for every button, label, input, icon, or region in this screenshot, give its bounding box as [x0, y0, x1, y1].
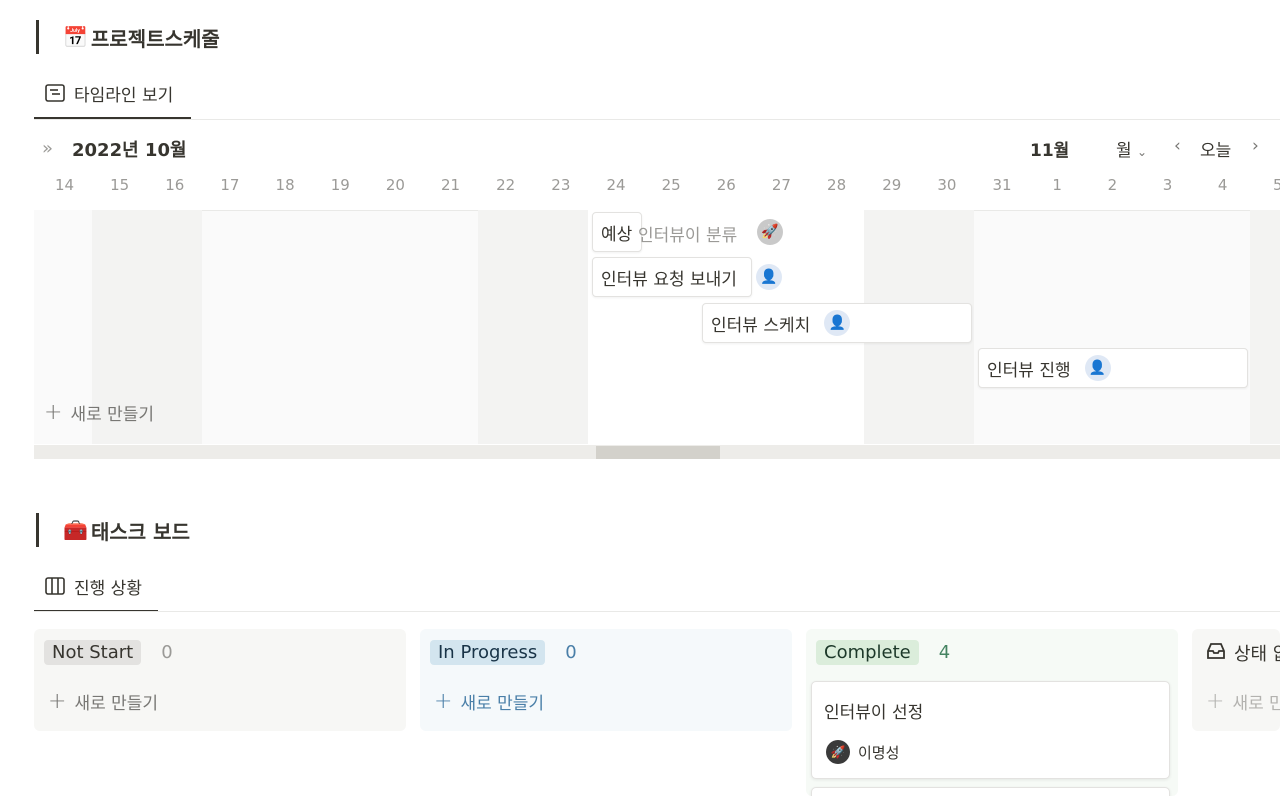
day-label: 28 — [827, 176, 847, 194]
day-label: 2 — [1107, 176, 1118, 194]
day-label: 20 — [385, 176, 405, 194]
plus-icon: + — [1206, 689, 1225, 714]
board-icon — [44, 575, 66, 597]
scrollbar-thumb[interactable] — [596, 446, 720, 459]
day-label: 26 — [716, 176, 736, 194]
board-column-no-status: 상태 없음 + 새로 만들기 — [1192, 629, 1280, 731]
board-card[interactable] — [811, 787, 1170, 796]
column-count: 4 — [938, 642, 951, 663]
day-label: 1 — [1052, 176, 1062, 194]
day-label: 29 — [882, 176, 902, 194]
timeline-new-button[interactable]: + 새로 만들기 — [44, 400, 154, 425]
column-new-button[interactable]: + 새로 만들기 — [434, 689, 544, 714]
next-month-label: 11월 — [1030, 141, 1070, 161]
current-month-label: 2022년 10월 — [72, 140, 187, 161]
task-label: 예상 — [601, 224, 633, 245]
new-label: 새로 만들기 — [70, 405, 155, 425]
status-badge: Not Start — [44, 640, 142, 665]
board-column-not-start: Not Start 0 + 새로 만들기 — [34, 629, 406, 731]
status-badge: In Progress — [430, 640, 546, 665]
day-label: 4 — [1217, 176, 1228, 194]
day-label: 16 — [165, 176, 185, 194]
task-label: 인터뷰 스케치 — [711, 315, 811, 336]
day-label: 5 — [1273, 176, 1280, 194]
board-section-title: 🧰 태스크 보드 — [36, 513, 190, 547]
day-label: 14 — [54, 176, 75, 194]
day-label: 17 — [220, 176, 240, 194]
day-label: 23 — [551, 176, 571, 194]
plus-icon: + — [434, 689, 453, 714]
timeline-task[interactable]: 인터뷰 스케치 👤 — [702, 303, 972, 343]
inbox-icon — [1206, 642, 1226, 665]
rocket-avatar-icon: 🚀 — [757, 219, 783, 245]
task-faded-label: 인터뷰이 분류 — [638, 226, 738, 246]
schedule-section-title: 📅 프로젝트스케줄 — [36, 20, 220, 54]
new-label: 새로 만들기 — [74, 694, 159, 714]
weekend-shade — [478, 210, 588, 444]
person-avatar-icon: 👤 — [756, 264, 782, 290]
column-new-button[interactable]: + 새로 만들기 — [1206, 689, 1280, 714]
person-avatar-icon: 👤 — [824, 310, 851, 336]
scale-select[interactable]: 월 ⌄ — [1116, 136, 1147, 161]
divider — [34, 119, 1280, 120]
tab-board-view[interactable]: 진행 상황 — [34, 566, 142, 606]
board-title: 태스크 보드 — [91, 519, 190, 544]
day-label: 3 — [1162, 176, 1173, 194]
day-label: 27 — [771, 176, 791, 194]
day-label: 21 — [441, 176, 461, 194]
day-label: 30 — [937, 176, 957, 194]
column-header: In Progress 0 — [430, 640, 577, 665]
column-header: 상태 없음 — [1206, 640, 1280, 666]
column-count: 0 — [161, 642, 173, 663]
column-count: 0 — [565, 642, 577, 663]
board-card[interactable]: 인터뷰이 선정 🚀 이명성 — [811, 681, 1170, 779]
divider — [34, 611, 1280, 612]
timeline-icon — [44, 82, 66, 104]
column-title: 상태 없음 — [1234, 644, 1280, 665]
new-label: 새로 만들기 — [460, 694, 545, 714]
person-avatar-icon: 👤 — [1084, 355, 1111, 381]
plus-icon: + — [48, 689, 67, 714]
task-label: 인터뷰 요청 보내기 — [601, 269, 737, 290]
tab-timeline-label: 타임라인 보기 — [74, 85, 174, 106]
column-header: Complete 4 — [816, 640, 950, 665]
card-title: 인터뷰이 선정 — [824, 703, 924, 723]
tab-board-label: 진행 상황 — [74, 578, 142, 599]
calendar-icon: 📅 — [63, 25, 88, 49]
day-label: 15 — [110, 176, 130, 194]
schedule-title: 프로젝트스케줄 — [91, 26, 220, 51]
column-new-button[interactable]: + 새로 만들기 — [48, 689, 158, 714]
card-assignee: 🚀 이명성 — [826, 740, 899, 764]
column-header: Not Start 0 — [44, 640, 173, 665]
task-label: 인터뷰 진행 — [987, 360, 1071, 381]
day-label: 25 — [661, 176, 681, 194]
today-button[interactable]: 오늘 — [1200, 136, 1231, 161]
prev-icon[interactable]: ‹ — [1174, 136, 1181, 156]
expand-icon[interactable]: » — [42, 138, 53, 159]
timeline-header: » 2022년 10월 11월 월 ⌄ ‹ 오늘 › — [34, 130, 1280, 166]
chevron-down-icon: ⌄ — [1137, 145, 1148, 159]
board-column-complete: Complete 4 인터뷰이 선정 🚀 이명성 — [806, 629, 1178, 796]
timeline-task[interactable]: 인터뷰 진행 👤 — [978, 348, 1248, 388]
day-label: 31 — [992, 176, 1012, 194]
plus-icon: + — [44, 400, 63, 425]
timeline-task[interactable]: 인터뷰 요청 보내기 — [592, 257, 752, 297]
weekend-shade — [1250, 210, 1280, 444]
new-label: 새로 만들기 — [1232, 694, 1280, 714]
next-icon[interactable]: › — [1252, 136, 1259, 156]
status-badge: Complete — [816, 640, 919, 665]
day-label: 19 — [330, 176, 350, 194]
scale-label: 월 — [1116, 141, 1132, 161]
assignee-name: 이명성 — [858, 743, 900, 762]
tab-timeline-view[interactable]: 타임라인 보기 — [34, 73, 173, 113]
day-label: 22 — [496, 176, 516, 194]
day-label: 18 — [275, 176, 295, 194]
rocket-avatar-icon: 🚀 — [826, 740, 850, 764]
toolbox-icon: 🧰 — [63, 518, 88, 542]
timeline-task[interactable]: 예상 — [592, 212, 642, 252]
board-column-in-progress: In Progress 0 + 새로 만들기 — [420, 629, 792, 731]
day-label: 24 — [606, 176, 626, 194]
